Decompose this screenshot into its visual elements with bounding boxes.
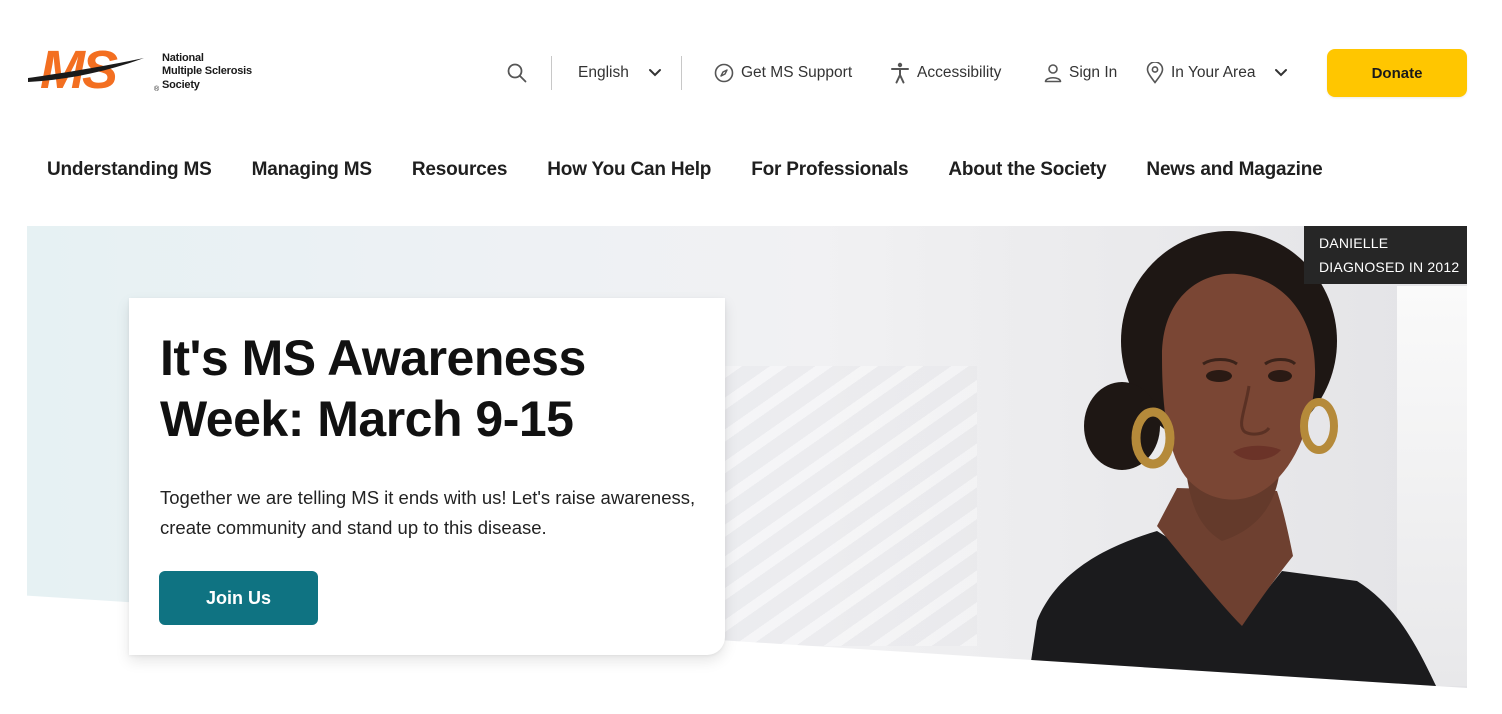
nav-about-the-society[interactable]: About the Society	[948, 159, 1106, 181]
get-ms-support-link[interactable]: Get MS Support	[714, 63, 852, 83]
utility-accessibility: Accessibility	[890, 52, 1001, 94]
hero-tag-caption: DIAGNOSED IN 2012	[1319, 259, 1460, 275]
compass-icon	[714, 63, 734, 83]
logo-wordmark: National Multiple Sclerosis Society	[162, 52, 252, 93]
in-your-area-dropdown[interactable]: In Your Area	[1146, 62, 1288, 84]
hero-title: It's MS Awareness Week: March 9-15	[160, 330, 586, 447]
main-navigation: Understanding MS Managing MS Resources H…	[47, 150, 1363, 190]
accessibility-link[interactable]: Accessibility	[890, 62, 1001, 84]
language-dropdown[interactable]: English	[578, 64, 662, 82]
logo-line-2: Multiple Sclerosis	[162, 65, 252, 78]
hero-card: It's MS Awareness Week: March 9-15 Toget…	[129, 298, 725, 655]
hero-name-tag: DANIELLE DIAGNOSED IN 2012	[1304, 226, 1467, 284]
utility-search	[506, 52, 528, 94]
nav-managing-ms[interactable]: Managing MS	[252, 159, 372, 181]
hero-light-pattern	[717, 366, 977, 646]
nav-understanding-ms[interactable]: Understanding MS	[47, 159, 212, 181]
donate-button[interactable]: Donate	[1327, 49, 1467, 97]
language-label: English	[578, 64, 629, 81]
sign-in-label: Sign In	[1069, 64, 1118, 81]
registered-mark: ®	[154, 86, 160, 93]
user-icon	[1044, 63, 1062, 83]
nav-news-and-magazine[interactable]: News and Magazine	[1146, 159, 1322, 181]
location-pin-icon	[1146, 62, 1164, 84]
nav-for-professionals[interactable]: For Professionals	[751, 159, 908, 181]
accessibility-icon	[890, 62, 910, 84]
hero-body-text: Together we are telling MS it ends with …	[160, 487, 696, 538]
ms-logo-mark: MS ®	[26, 42, 159, 100]
get-ms-support-label: Get MS Support	[741, 64, 853, 81]
chevron-down-icon	[648, 68, 662, 78]
in-your-area-label: In Your Area	[1171, 64, 1256, 81]
logo-line-1: National	[162, 51, 204, 64]
nmss-logo[interactable]: MS ® National Multiple Sclerosis Society	[26, 42, 266, 100]
utility-signin: Sign In	[1044, 52, 1117, 94]
site-header: MS ® National Multiple Sclerosis Society…	[0, 0, 1502, 130]
utility-divider	[681, 56, 682, 90]
nav-how-you-can-help[interactable]: How You Can Help	[547, 159, 711, 181]
accessibility-label: Accessibility	[917, 64, 1002, 81]
search-icon[interactable]	[506, 62, 528, 84]
nav-resources[interactable]: Resources	[412, 159, 508, 181]
language-selector: English	[578, 52, 662, 94]
utility-area: In Your Area	[1146, 52, 1288, 94]
sign-in-link[interactable]: Sign In	[1044, 63, 1117, 83]
hero-tag-name: DANIELLE	[1319, 235, 1389, 251]
utility-support: Get MS Support	[714, 52, 852, 94]
utility-divider	[551, 56, 552, 90]
join-us-button[interactable]: Join Us	[159, 571, 318, 625]
logo-line-3: Society	[162, 78, 200, 91]
hero-portrait-image	[1027, 231, 1437, 688]
logo-swoosh-icon	[28, 58, 144, 82]
chevron-down-icon	[1274, 68, 1288, 78]
